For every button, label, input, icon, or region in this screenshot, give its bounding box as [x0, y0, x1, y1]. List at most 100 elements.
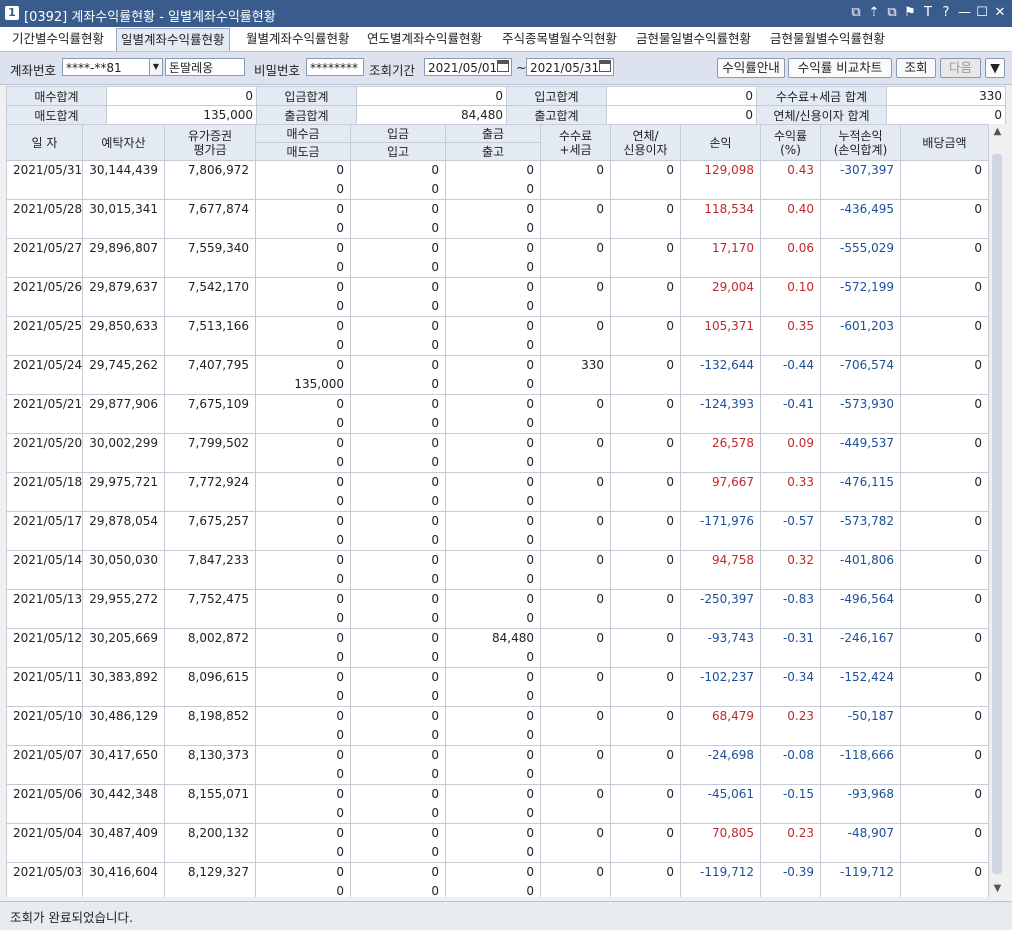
table-row[interactable]: 2021/05/04 30,487,409 8,200,132 0 0 0 0 0 70,805…	[6, 823, 988, 863]
font-size-icon[interactable]: T	[922, 5, 934, 20]
link-window-icon[interactable]: ⧉	[850, 5, 862, 20]
row-dividend: 0	[900, 784, 988, 824]
row-sell: 0	[255, 336, 351, 356]
table-row[interactable]: 2021/05/17 29,878,054 7,675,257 0 0 0 0 0 -171,9…	[6, 511, 988, 551]
row-buy: 0	[255, 706, 351, 726]
query-button[interactable]: 조회	[896, 58, 936, 78]
table-row[interactable]: 2021/05/06 30,442,348 8,155,071 0 0 0 0 0 -45,06…	[6, 784, 988, 824]
row-sell: 0	[255, 492, 351, 512]
row-interest: 0	[610, 667, 681, 707]
col-header-buy[interactable]: 매수금	[255, 124, 351, 143]
col-header-fee-tax[interactable]: 수수료 +세금	[540, 124, 611, 161]
deposit-total-value: 0	[356, 86, 507, 106]
table-row[interactable]: 2021/05/03 30,416,604 8,129,327 0 0 0 0 0 -119,7…	[6, 862, 988, 897]
table-row[interactable]: 2021/05/10 30,486,129 8,198,852 0 0 0 0 0 68,479…	[6, 706, 988, 746]
row-sell: 0	[255, 804, 351, 824]
stock-out-total-value: 0	[606, 105, 757, 125]
table-row[interactable]: 2021/05/12 30,205,669 8,002,872 0 0 84,480 0 0-…	[6, 628, 988, 668]
tab-monthly-account-returns[interactable]: 월별계좌수익률현황	[242, 29, 354, 49]
row-pnl: 17,170	[680, 238, 761, 278]
grid-vertical-scrollbar[interactable]: ▲ ▼	[988, 124, 1006, 897]
table-row[interactable]: 2021/05/21 29,877,906 7,675,109 0 0 0 0 0 -124,3…	[6, 394, 988, 434]
row-securities-value: 7,559,340	[164, 238, 256, 278]
row-sell: 135,000	[255, 375, 351, 395]
col-header-return-rate[interactable]: 수익률 (%)	[760, 124, 821, 161]
row-buy: 0	[255, 472, 351, 492]
row-date: 2021/05/06	[6, 784, 83, 824]
table-row[interactable]: 2021/05/28 30,015,341 7,677,874 0 0 0 0 0 118,53…	[6, 199, 988, 239]
col-header-stock-out[interactable]: 출고	[445, 142, 541, 161]
row-fee-tax: 0	[540, 160, 611, 200]
bookmark-icon[interactable]: ⚑	[904, 5, 916, 20]
deposit-total-label: 입금합계	[256, 86, 357, 106]
row-stock-in: 0	[350, 765, 446, 785]
maximize-icon[interactable]: ☐	[976, 5, 988, 20]
account-dropdown-icon[interactable]: ▼	[149, 58, 163, 76]
col-header-deposit-assets[interactable]: 예탁자산	[82, 124, 165, 161]
table-row[interactable]: 2021/05/25 29,850,633 7,513,166 0 0 0 0 0 105,37…	[6, 316, 988, 356]
return-guide-button[interactable]: 수익률안내	[717, 58, 785, 78]
table-row[interactable]: 2021/05/24 29,745,262 7,407,795 0 0 0 330 0 -132…	[6, 355, 988, 395]
table-row[interactable]: 2021/05/27 29,896,807 7,559,340 0 0 0 0 0 17,170…	[6, 238, 988, 278]
next-button[interactable]: 다음	[940, 58, 981, 78]
close-icon[interactable]: ✕	[994, 5, 1006, 20]
row-securities-value: 7,772,924	[164, 472, 256, 512]
return-compare-chart-button[interactable]: 수익률 비교차트	[788, 58, 892, 78]
account-number-field[interactable]: ****-**81	[62, 58, 150, 76]
minimize-icon[interactable]: —	[958, 5, 971, 20]
row-securities-value: 8,200,132	[164, 823, 256, 863]
table-row[interactable]: 2021/05/20 30,002,299 7,799,502 0 0 0 0 0 26,578…	[6, 433, 988, 473]
table-row[interactable]: 2021/05/18 29,975,721 7,772,924 0 0 0 0 0 97,667…	[6, 472, 988, 512]
col-header-date[interactable]: 일 자	[6, 124, 83, 161]
col-header-deposit-money[interactable]: 입금	[350, 124, 446, 143]
table-row[interactable]: 2021/05/07 30,417,650 8,130,373 0 0 0 0 0 -24,69…	[6, 745, 988, 785]
col-header-pnl[interactable]: 손익	[680, 124, 761, 161]
tab-gold-monthly-returns[interactable]: 금현물월별수익률현황	[766, 29, 889, 49]
row-cumulative-pnl: -449,537	[820, 433, 901, 473]
row-buy: 0	[255, 862, 351, 882]
col-header-interest[interactable]: 연체/ 신용이자	[610, 124, 681, 161]
pin-top-icon[interactable]: ⇡	[868, 5, 880, 20]
tab-period-returns[interactable]: 기간별수익률현황	[8, 29, 108, 49]
row-dividend: 0	[900, 472, 988, 512]
table-row[interactable]: 2021/05/14 30,050,030 7,847,233 0 0 0 0 0 94,758…	[6, 550, 988, 590]
col-header-dividend[interactable]: 배당금액	[900, 124, 988, 161]
tab-yearly-account-returns[interactable]: 연도별계좌수익률현황	[363, 29, 486, 49]
row-date: 2021/05/12	[6, 628, 83, 668]
row-deposit-money: 0	[350, 160, 446, 180]
table-row[interactable]: 2021/05/13 29,955,272 7,752,475 0 0 0 0 0 -250,3…	[6, 589, 988, 629]
duplicate-window-icon[interactable]: ⧉	[886, 5, 898, 20]
col-header-sell[interactable]: 매도금	[255, 142, 351, 161]
row-deposit-assets: 30,417,650	[82, 745, 165, 785]
password-field[interactable]: ********	[306, 58, 364, 76]
row-deposit-money: 0	[350, 589, 446, 609]
row-pnl: -93,743	[680, 628, 761, 668]
tab-gold-daily-returns[interactable]: 금현물일별수익률현황	[632, 29, 755, 49]
row-pnl: 118,534	[680, 199, 761, 239]
scroll-up-icon[interactable]: ▲	[989, 124, 1006, 140]
row-stock-in: 0	[350, 219, 446, 239]
menu-arrow-button[interactable]: ▼	[985, 58, 1005, 78]
scroll-thumb[interactable]	[992, 154, 1002, 874]
help-icon[interactable]: ?	[940, 5, 952, 20]
table-row[interactable]: 2021/05/31 30,144,439 7,806,972 0 0 0 0 0 129,09…	[6, 160, 988, 200]
row-deposit-money: 0	[350, 433, 446, 453]
tab-daily-account-returns[interactable]: 일별계좌수익률현황	[116, 28, 230, 51]
scroll-down-icon[interactable]: ▼	[989, 881, 1006, 897]
row-stock-out: 0	[445, 765, 541, 785]
table-row[interactable]: 2021/05/11 30,383,892 8,096,615 0 0 0 0 0 -102,2…	[6, 667, 988, 707]
col-header-securities-value[interactable]: 유가증권 평가금	[164, 124, 256, 161]
row-fee-tax: 0	[540, 472, 611, 512]
row-securities-value: 7,542,170	[164, 277, 256, 317]
tab-stock-monthly-returns[interactable]: 주식종목별월수익현황	[498, 29, 621, 49]
row-pnl: -119,712	[680, 862, 761, 897]
col-header-withdraw-money[interactable]: 출금	[445, 124, 541, 143]
table-row[interactable]: 2021/05/26 29,879,637 7,542,170 0 0 0 0 0 29,004…	[6, 277, 988, 317]
col-header-cumulative-pnl[interactable]: 누적손익 (손익합계)	[820, 124, 901, 161]
date-from-calendar-icon[interactable]	[497, 60, 509, 72]
password-label: 비밀번호	[254, 63, 301, 78]
row-dividend: 0	[900, 316, 988, 356]
date-to-calendar-icon[interactable]	[599, 60, 611, 72]
row-deposit-money: 0	[350, 355, 446, 375]
col-header-stock-in[interactable]: 입고	[350, 142, 446, 161]
